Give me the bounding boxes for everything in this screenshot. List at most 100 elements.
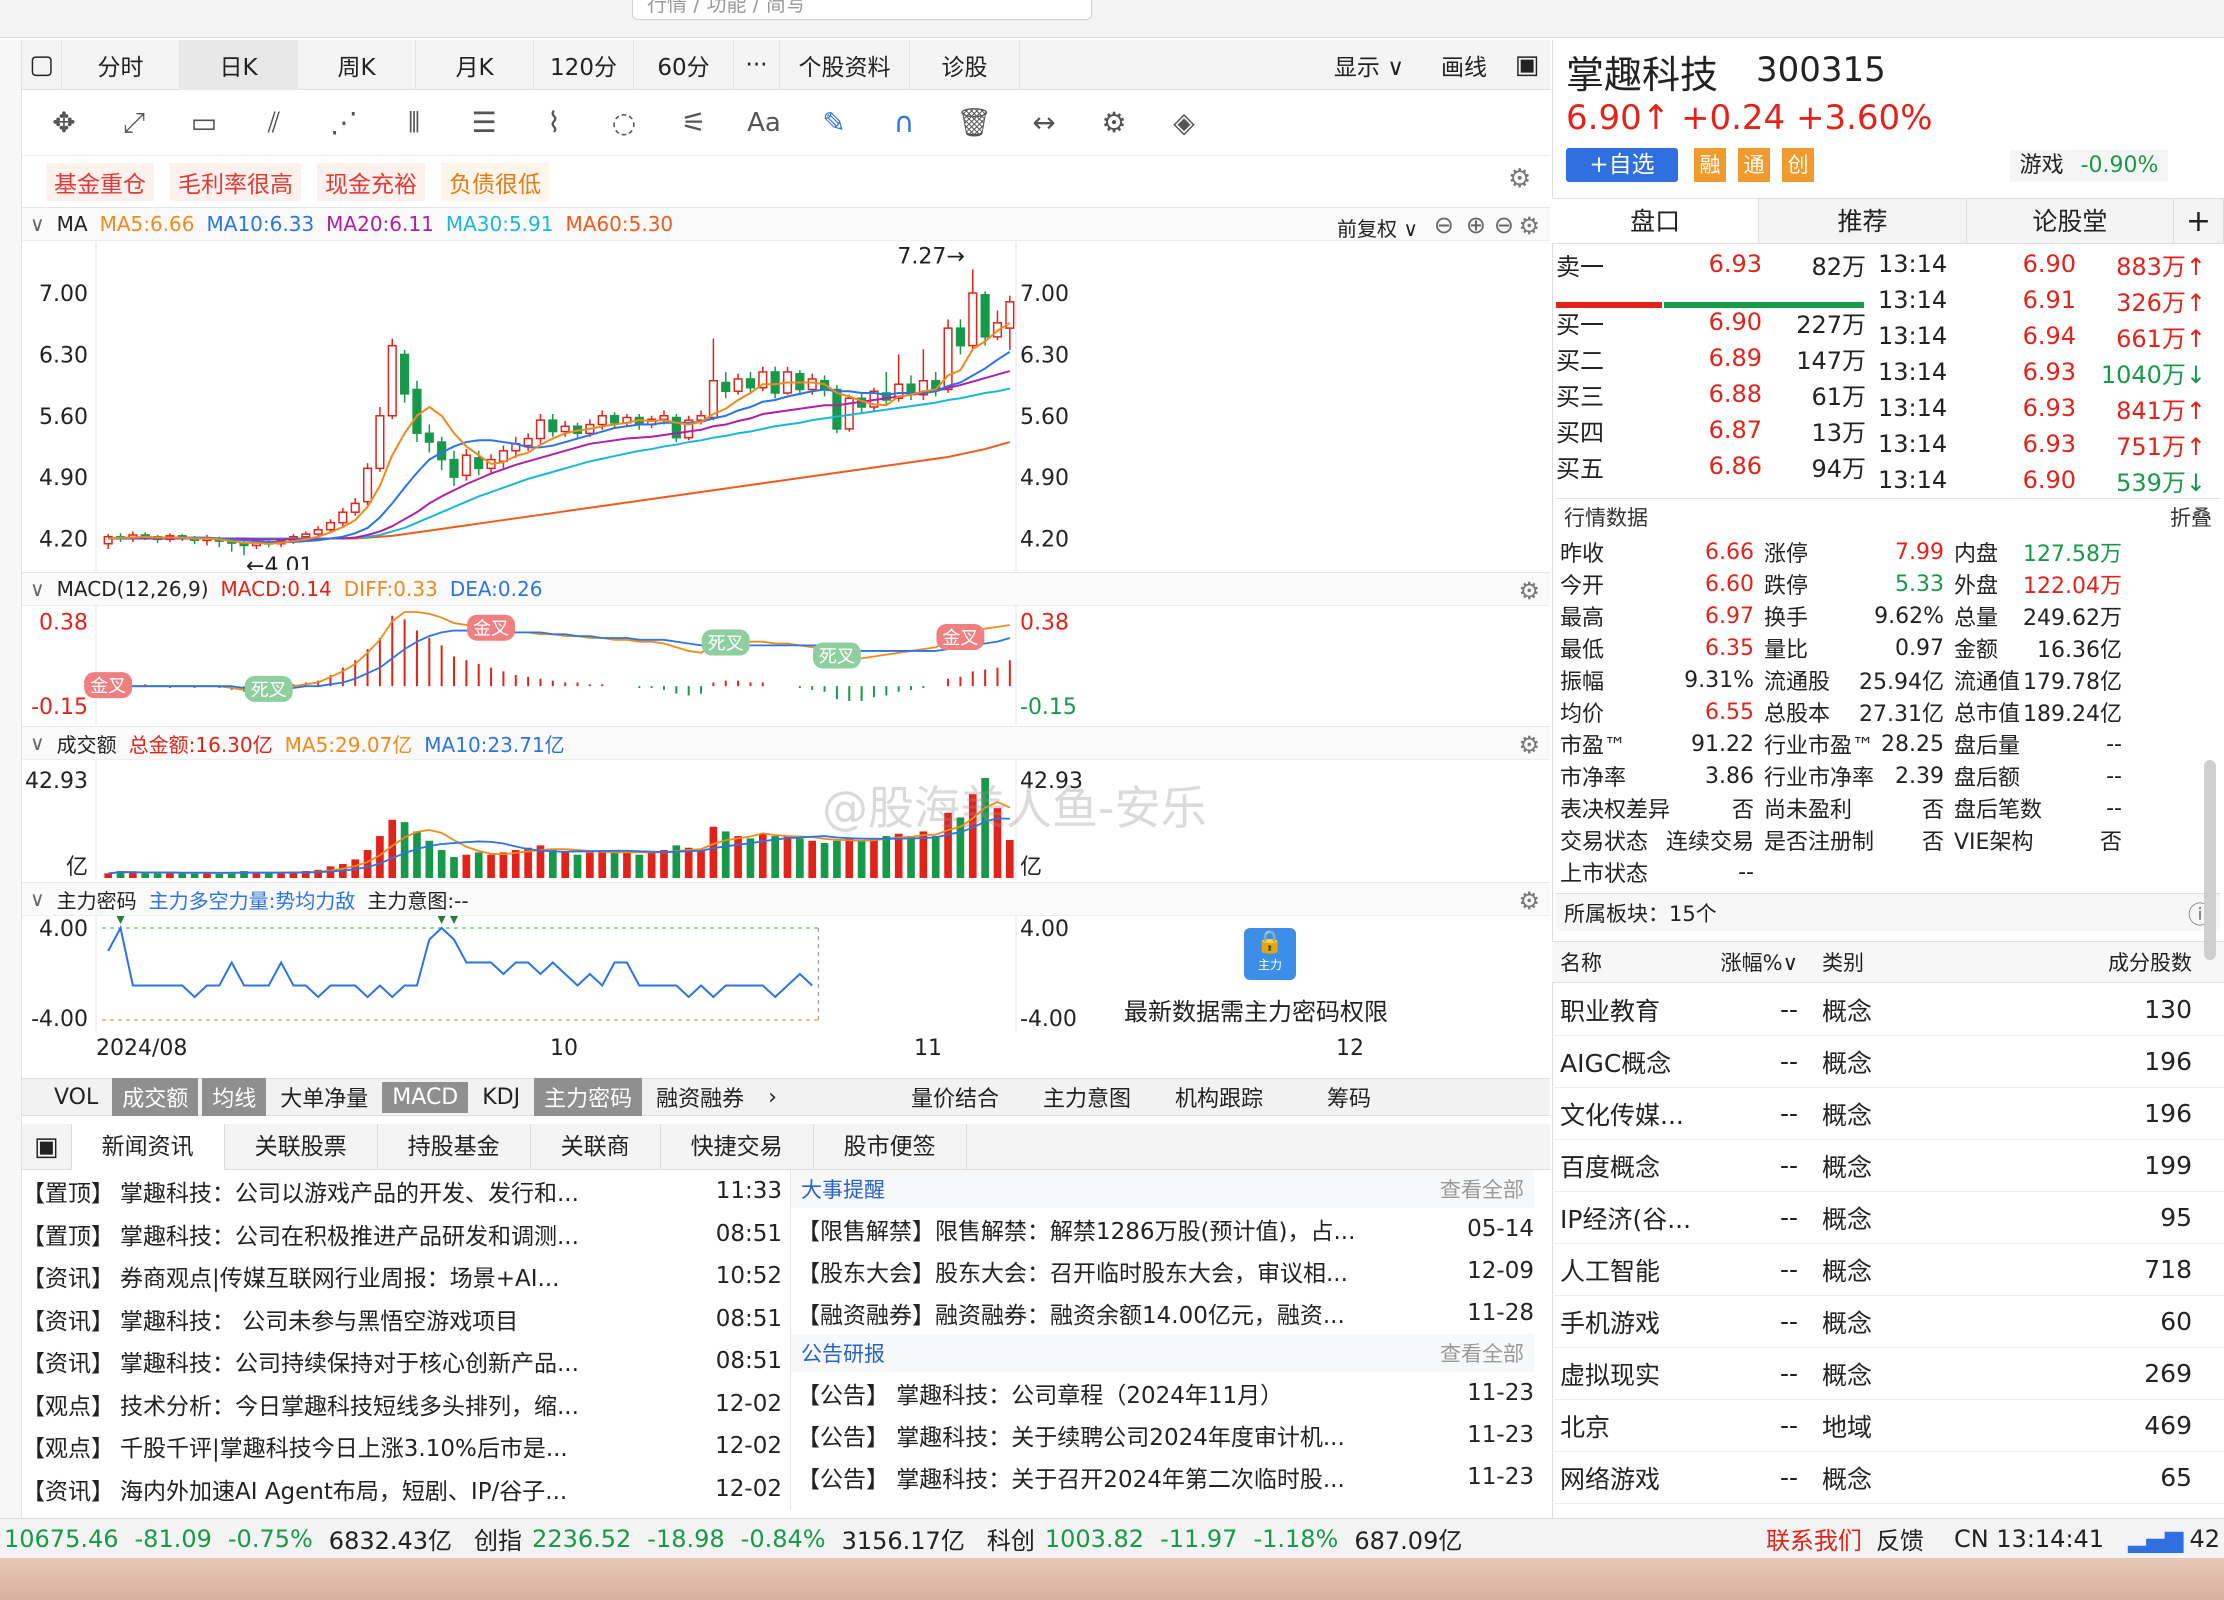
- block-row[interactable]: 虚拟现实 -- 概念 269: [1552, 1348, 2224, 1400]
- display-menu-button[interactable]: 显示 ∨: [1314, 40, 1424, 90]
- ind-tab-institution[interactable]: 机构跟踪: [1165, 1078, 1273, 1116]
- collapse-icon[interactable]: ∨: [30, 731, 45, 755]
- distance-icon[interactable]: ↔: [1022, 106, 1066, 139]
- ind-tab-bigorder[interactable]: 大单净量: [270, 1078, 378, 1116]
- price-chart[interactable]: 7.00 7.00 6.30 6.30 5.60 5.60 4.90 4.90 4.20 4.20…: [22, 242, 1550, 570]
- wave-icon[interactable]: ⌇: [532, 106, 576, 139]
- highlight-icon[interactable]: ✎: [812, 106, 856, 139]
- adjust-select[interactable]: 前复权 ∨: [1337, 213, 1418, 242]
- order-level[interactable]: 买五 6.86 94万: [1556, 448, 1876, 484]
- tab-orderbook[interactable]: 盘口: [1552, 199, 1760, 243]
- tab-news[interactable]: 新闻资讯: [71, 1123, 225, 1170]
- tab-forum[interactable]: 论股堂: [1967, 199, 2174, 243]
- ind-tab-amount[interactable]: 成交额: [112, 1078, 199, 1116]
- panel-toggle-icon[interactable]: ▣: [1504, 40, 1550, 90]
- event-item[interactable]: 【限售解禁】限售解禁：解禁1286万股(预计值)，占... 05-14: [791, 1208, 1534, 1250]
- col-name[interactable]: 名称: [1552, 947, 1712, 977]
- tab-daily-k[interactable]: 日K: [180, 39, 298, 90]
- trash-icon[interactable]: 🗑: [952, 106, 996, 139]
- tab-diagnose[interactable]: 诊股: [910, 39, 1020, 90]
- collapse-icon[interactable]: ∨: [30, 577, 45, 601]
- order-level[interactable]: 买二 6.89 147万: [1556, 340, 1876, 376]
- sector-badge[interactable]: 游戏 -0.90%: [2010, 150, 2168, 182]
- col-count[interactable]: 成分股数: [1992, 947, 2192, 977]
- ind-tab-zl[interactable]: 主力密码: [534, 1078, 643, 1116]
- search-input[interactable]: 行情 / 功能 / 简写: [632, 0, 1092, 20]
- news-item[interactable]: 【置顶】 掌趣科技：公司以游戏产品的开发、发行和... 11:33: [22, 1170, 782, 1213]
- feedback-link[interactable]: 反馈: [1876, 1521, 1924, 1556]
- vertical-lines-icon[interactable]: ⦀: [392, 106, 436, 140]
- events-view-all[interactable]: 查看全部: [1440, 1174, 1524, 1204]
- event-item[interactable]: 【股东大会】股东大会：召开临时股东大会，审议相... 12-09: [791, 1250, 1534, 1292]
- zoom-in-icon[interactable]: ⊕: [1466, 211, 1486, 239]
- notice-item[interactable]: 【公告】 掌趣科技：公司章程（2024年11月） 11-23: [791, 1372, 1534, 1414]
- minimize-icon[interactable]: ⊖: [1494, 211, 1514, 239]
- cycle-icon[interactable]: ◌: [602, 106, 646, 139]
- order-level[interactable]: 卖一 6.93 82万: [1556, 246, 1876, 282]
- order-level[interactable]: 买一 6.90 227万: [1556, 304, 1876, 340]
- ind-tab-ma[interactable]: 均线: [202, 1078, 267, 1116]
- macd-chart[interactable]: 0.38 0.38-0.15 -0.15金叉 死叉金叉 金叉死叉死叉: [22, 606, 1550, 724]
- badge-margin[interactable]: 融: [1694, 148, 1726, 182]
- text-tool-icon[interactable]: Aa: [742, 108, 786, 138]
- ind-tab-margin[interactable]: 融资融券: [646, 1078, 754, 1116]
- block-row[interactable]: 文化传媒... -- 概念 196: [1552, 1088, 2224, 1140]
- news-panel-icon[interactable]: ▣: [22, 1123, 72, 1170]
- block-row[interactable]: AIGC概念 -- 概念 196: [1552, 1036, 2224, 1088]
- tab-quick-trade[interactable]: 快捷交易: [661, 1123, 814, 1170]
- event-item[interactable]: 【融资融券】融资融券：融资余额14.00亿元，融资... 11-28: [791, 1292, 1534, 1334]
- ind-tab-macd[interactable]: MACD: [382, 1081, 469, 1113]
- collapse-icon[interactable]: ∨: [30, 212, 45, 236]
- rectangle-icon[interactable]: ▭: [182, 106, 226, 139]
- market-data-fold[interactable]: 折叠: [2170, 502, 2212, 532]
- add-watchlist-button[interactable]: +自选: [1566, 148, 1678, 182]
- badge-connect[interactable]: 通: [1738, 148, 1770, 182]
- ind-tab-volprice[interactable]: 量价结合: [901, 1078, 1009, 1116]
- tag-low-debt[interactable]: 负债很低: [441, 163, 549, 201]
- magnet-icon[interactable]: ∩: [882, 106, 926, 139]
- tab-fenshi[interactable]: 分时: [62, 39, 180, 90]
- col-pct[interactable]: 涨幅%∨: [1712, 947, 1812, 977]
- collapse-icon[interactable]: ∨: [30, 887, 45, 911]
- fan-line-icon[interactable]: ⫽: [252, 106, 296, 140]
- zoom-out-icon[interactable]: ⊖: [1434, 211, 1454, 239]
- index-value[interactable]: 10675.46: [4, 1525, 119, 1553]
- tab-related-stocks[interactable]: 关联股票: [225, 1123, 378, 1170]
- news-item[interactable]: 【资讯】 掌趣科技： 公司未参与黑悟空游戏项目 08:51: [22, 1298, 782, 1341]
- block-row[interactable]: 百度概念 -- 概念 199: [1552, 1140, 2224, 1192]
- zl-settings-icon[interactable]: ⚙: [1518, 887, 1540, 915]
- macd-settings-icon[interactable]: ⚙: [1518, 577, 1540, 605]
- ind-tab-kdj[interactable]: KDJ: [472, 1082, 530, 1113]
- block-row[interactable]: 网络游戏 -- 概念 65: [1552, 1452, 2224, 1504]
- order-level[interactable]: 买四 6.87 13万: [1556, 412, 1876, 448]
- ma-settings-icon[interactable]: ⚙: [1518, 212, 1540, 240]
- block-row[interactable]: 手机游戏 -- 概念 60: [1552, 1296, 2224, 1348]
- tag-cash-rich[interactable]: 现金充裕: [317, 163, 425, 201]
- draw-line-button[interactable]: 画线: [1424, 40, 1504, 90]
- amount-chart[interactable]: 42.93 42.93亿亿: [22, 760, 1550, 880]
- tab-recommend[interactable]: 推荐: [1759, 199, 1967, 243]
- tag-gross-margin[interactable]: 毛利率很高: [170, 163, 301, 201]
- notice-item[interactable]: 【公告】 掌趣科技：关于召开2024年第二次临时股... 11-23: [791, 1456, 1534, 1498]
- badge-chinext[interactable]: 创: [1782, 148, 1814, 182]
- index-name[interactable]: 科创: [987, 1521, 1035, 1556]
- channel-icon[interactable]: ⋰: [322, 106, 366, 139]
- tab-notes[interactable]: 股市便签: [814, 1123, 967, 1170]
- block-row[interactable]: IP经济(谷... -- 概念 95: [1552, 1192, 2224, 1244]
- ind-tab-vol[interactable]: VOL: [44, 1082, 108, 1113]
- index-name[interactable]: 创指: [474, 1521, 522, 1556]
- settings-icon[interactable]: ⚙: [1092, 106, 1136, 139]
- amount-settings-icon[interactable]: ⚙: [1518, 731, 1540, 759]
- tab-60min[interactable]: 60分: [634, 39, 734, 90]
- news-item[interactable]: 【资讯】 海内外加速AI Agent布局，短剧、IP/谷子... 12-02: [22, 1468, 782, 1511]
- more-periods-button[interactable]: ···: [734, 39, 780, 90]
- block-row[interactable]: 人工智能 -- 概念 718: [1552, 1244, 2224, 1296]
- tab-holding-funds[interactable]: 持股基金: [378, 1123, 531, 1170]
- block-row[interactable]: 北京 -- 地域 469: [1552, 1400, 2224, 1452]
- col-type[interactable]: 类别: [1812, 947, 1992, 977]
- notice-item[interactable]: 【公告】 掌趣科技：关于续聘公司2024年度审计机... 11-23: [791, 1414, 1534, 1456]
- tab-monthly-k[interactable]: 月K: [416, 39, 534, 90]
- order-level[interactable]: 买三 6.88 61万: [1556, 376, 1876, 412]
- scrollbar[interactable]: [2204, 760, 2216, 960]
- news-item[interactable]: 【置顶】 掌趣科技：公司在积极推进产品研发和调测... 08:51: [22, 1213, 782, 1256]
